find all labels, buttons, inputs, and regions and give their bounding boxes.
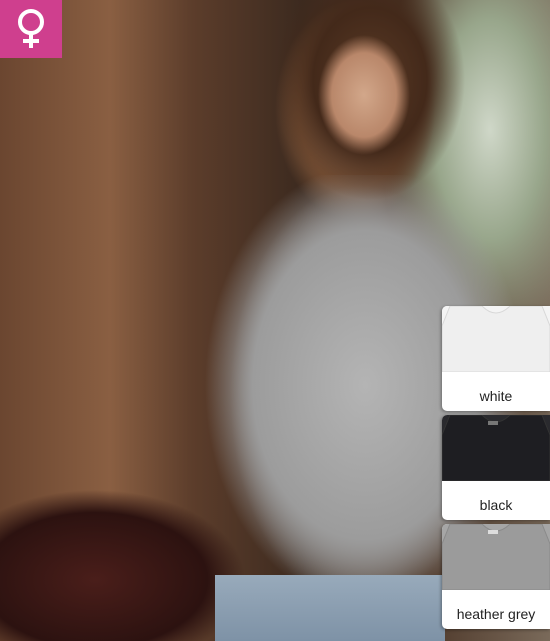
color-swatch-list: white black heather grey — [442, 306, 550, 633]
swatch-label: heather grey — [456, 606, 536, 622]
female-badge — [0, 0, 62, 58]
swatch-heather-grey[interactable]: heather grey — [442, 524, 550, 629]
tshirt-black-icon — [442, 415, 550, 481]
tshirt-heather-grey-icon — [442, 524, 550, 590]
model-face — [318, 35, 410, 155]
female-symbol-icon — [18, 9, 44, 48]
swatch-white[interactable]: white — [442, 306, 550, 411]
swatch-label: black — [479, 497, 513, 513]
swatch-black[interactable]: black — [442, 415, 550, 520]
model-jeans — [215, 575, 445, 641]
swatch-label: white — [479, 388, 513, 404]
tshirt-white-icon — [442, 306, 550, 372]
